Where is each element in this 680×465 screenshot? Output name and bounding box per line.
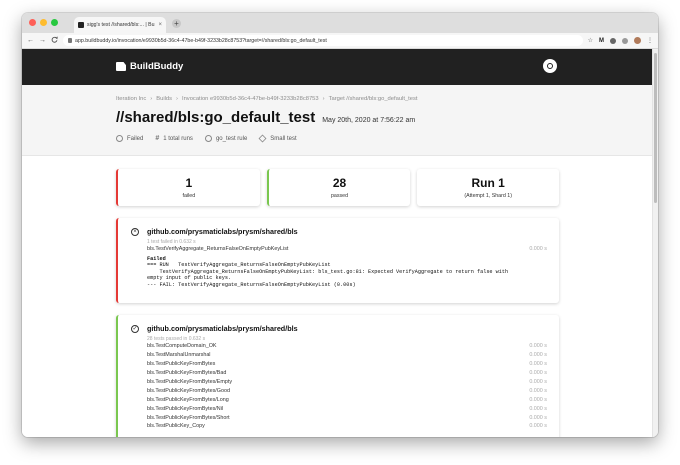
failed-x-icon <box>116 135 123 142</box>
test-row[interactable]: bls.TestPublicKeyFromBytes/Short 0.000 s <box>147 413 547 422</box>
breadcrumb-target: Target //shared/bls:go_default_test <box>328 96 418 102</box>
test-log: Failed === RUN TestVerifyAggregate_Return… <box>147 256 547 288</box>
failed-x-icon: × <box>131 228 139 236</box>
package-name: github.com/prysmaticlabs/prysm/shared/bl… <box>147 324 298 333</box>
logo-icon <box>116 62 126 71</box>
test-row[interactable]: bls.TestPublicKeyFromBytes/Good 0.000 s <box>147 386 547 395</box>
test-row[interactable]: bls.TestPublicKeyFromBytes/Bad 0.000 s <box>147 369 547 378</box>
test-duration: 0.000 s <box>529 414 547 421</box>
box-icon <box>258 134 267 143</box>
passed-check-icon: ✓ <box>131 325 139 333</box>
breadcrumb-invocation[interactable]: Invocation e9930b5d-36c4-47be-b49f-3233b… <box>182 96 319 102</box>
rule-detail: go_test rule <box>204 135 248 142</box>
test-name: bls.TestPublicKeyFromBytes/Good <box>147 387 230 394</box>
test-duration: 0.000 s <box>529 343 547 350</box>
failed-tests-panel: × github.com/prysmaticlabs/prysm/shared/… <box>116 218 559 303</box>
test-duration: 0.000 s <box>529 246 547 253</box>
test-name: bls.TestPublicKeyFromBytes/Short <box>147 414 230 421</box>
breadcrumb-org[interactable]: Iteration Inc <box>116 96 146 102</box>
test-row[interactable]: bls.TestPublicKeyFromBytes/Long 0.000 s <box>147 395 547 404</box>
failed-count: 1 <box>185 176 193 190</box>
status-detail: Failed <box>116 135 143 142</box>
test-name: bls.TestPublicKeyFromBytes <box>147 361 216 368</box>
test-duration: 0.000 s <box>529 423 547 430</box>
test-list: bls.TestComputeDomain_OK 0.000 s bls.Test… <box>147 342 547 431</box>
viewport: BuildBuddy Iteration Inc › Builds › Invo… <box>22 13 658 437</box>
test-row[interactable]: bls.TestPublicKeyFromBytes 0.000 s <box>147 360 547 369</box>
test-name: bls.TestComputeDomain_OK <box>147 343 217 350</box>
rule-text: go_test rule <box>215 135 248 142</box>
passed-count-card: 28 passed <box>266 169 411 206</box>
summary-cards: 1 failed 28 passed Run 1 (Attempt 1, Sha… <box>116 169 560 206</box>
test-name: bls.TestPublicKeyFromBytes/Nil <box>147 405 224 412</box>
breadcrumb-separator: › <box>322 96 325 102</box>
run-number: Run 1 <box>471 176 505 190</box>
passed-count: 28 <box>332 176 347 190</box>
run-attempt: (Attempt 1, Shard 1) <box>464 193 513 199</box>
breadcrumb-separator: › <box>176 96 178 102</box>
test-duration: 0.000 s <box>529 396 547 403</box>
test-duration: 0.000 s <box>529 387 547 394</box>
app-header: BuildBuddy <box>22 49 652 85</box>
breadcrumb-builds[interactable]: Builds <box>156 96 172 102</box>
package-name: github.com/prysmaticlabs/prysm/shared/bl… <box>147 227 298 236</box>
breadcrumb: Iteration Inc › Builds › Invocation e993… <box>116 96 418 102</box>
page-scrollbar[interactable] <box>652 49 658 437</box>
size-text: Small test <box>270 135 297 142</box>
test-row[interactable]: bls.TestPublicKey_Copy 0.000 s <box>147 422 547 431</box>
status-text: Failed <box>127 135 144 142</box>
test-name: bls.TestPublicKeyFromBytes/Long <box>147 396 229 403</box>
target-header: Iteration Inc › Builds › Invocation e993… <box>22 85 652 156</box>
logo-text: BuildBuddy <box>130 61 184 72</box>
page-title: //shared/bls:go_default_test <box>116 109 316 126</box>
run-card: Run 1 (Attempt 1, Shard 1) <box>417 169 560 206</box>
runs-detail: # 1 total runs <box>155 135 193 142</box>
breadcrumb-separator: › <box>150 96 153 102</box>
size-detail: Small test <box>258 134 297 143</box>
test-duration: 0.000 s <box>529 379 547 385</box>
log-line: --- FAIL: TestVerifyAggregate_ReturnsFal… <box>147 281 356 288</box>
title-row: //shared/bls:go_default_test May 20th, 2… <box>116 109 415 126</box>
passed-label: passed <box>330 193 349 199</box>
test-duration: 0.000 s <box>529 405 547 412</box>
test-row[interactable]: bls.TestVerifyAggregate_ReturnsFalseOnEm… <box>147 245 547 254</box>
test-row[interactable]: bls.TestPublicKeyFromBytes/Nil 0.000 s <box>147 404 547 413</box>
failed-count-card: 1 failed <box>116 169 260 206</box>
page-subtitle: May 20th, 2020 at 7:56:22 am <box>322 117 416 124</box>
test-name: bls.TestMarshalUnmarshal <box>147 352 211 359</box>
hash-icon: # <box>155 135 160 142</box>
failed-label: failed <box>182 193 196 199</box>
passed-tests-panel: ✓ github.com/prysmaticlabs/prysm/shared/… <box>116 315 559 437</box>
test-row[interactable]: bls.TestComputeDomain_OK 0.000 s <box>147 342 547 351</box>
target-icon <box>204 135 212 142</box>
page-content: BuildBuddy Iteration Inc › Builds › Invo… <box>22 49 652 437</box>
test-row[interactable]: bls.TestMarshalUnmarshal 0.000 s <box>147 351 547 360</box>
test-name: bls.TestPublicKeyFromBytes/Empty <box>147 379 233 385</box>
test-duration: 0.000 s <box>529 370 547 377</box>
user-avatar[interactable] <box>543 59 557 73</box>
runs-text: 1 total runs <box>163 135 193 142</box>
test-name: bls.TestVerifyAggregate_ReturnsFalseOnEm… <box>147 246 289 253</box>
test-duration: 0.000 s <box>529 352 547 359</box>
test-duration: 0.000 s <box>529 361 547 368</box>
buildbuddy-logo[interactable]: BuildBuddy <box>116 61 183 72</box>
target-details: Failed # 1 total runs go_test rule Small… <box>116 134 297 143</box>
scrollbar-thumb[interactable] <box>654 53 657 203</box>
test-name: bls.TestPublicKey_Copy <box>147 423 205 430</box>
test-name: bls.TestPublicKeyFromBytes/Bad <box>147 370 227 377</box>
test-row[interactable]: bls.TestPublicKeyFromBytes/Empty 0.000 s <box>147 378 547 387</box>
user-icon <box>547 63 553 69</box>
